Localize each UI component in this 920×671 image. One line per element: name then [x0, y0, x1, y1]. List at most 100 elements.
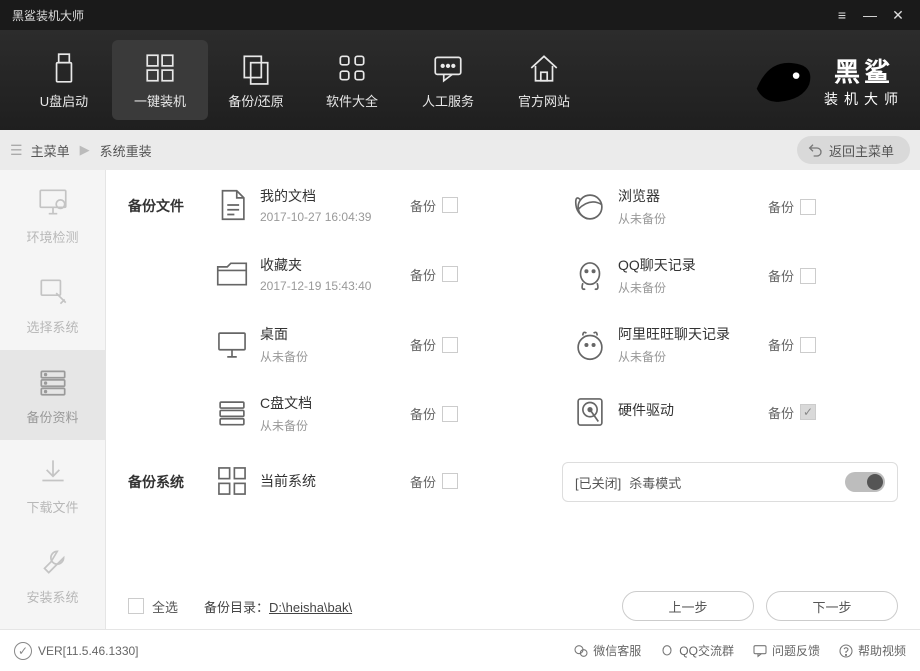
nav-software[interactable]: 软件大全 — [304, 40, 400, 120]
back-main-button[interactable]: 返回主菜单 — [797, 136, 910, 164]
item-sub: 2017-12-19 15:43:40 — [260, 279, 410, 293]
item-title: 收藏夹 — [260, 255, 410, 275]
nav-website[interactable]: 官方网站 — [496, 40, 592, 120]
download-icon — [36, 455, 70, 489]
nav-usb-boot[interactable]: U盘启动 — [16, 40, 112, 120]
backup-checkbox-aliww[interactable]: 备份 — [768, 335, 816, 354]
wrench-icon — [36, 545, 70, 579]
antivirus-mode-box: [已关闭] 杀毒模式 — [562, 462, 898, 502]
prev-step-button[interactable]: 上一步 — [622, 591, 754, 621]
ie-icon — [571, 188, 609, 226]
qq-icon — [571, 257, 609, 295]
wechat-icon — [573, 643, 589, 659]
nav-label: 备份/还原 — [228, 91, 284, 110]
link-label: 微信客服 — [593, 642, 641, 659]
step-install[interactable]: 安装系统 — [0, 530, 105, 620]
item-title: 浏览器 — [618, 186, 768, 206]
list-icon: ☰ — [10, 142, 23, 159]
cursor-rect-icon — [36, 275, 70, 309]
backup-checkbox-cursys[interactable]: 备份 — [410, 472, 458, 491]
link-label: QQ交流群 — [679, 642, 734, 659]
backup-path-link[interactable]: D:\heisha\bak\ — [269, 600, 352, 615]
usb-icon — [47, 51, 81, 85]
backup-checkbox-desktop[interactable]: 备份 — [410, 335, 458, 354]
window-title: 黑鲨装机大师 — [8, 7, 828, 24]
item-favorites: 收藏夹 2017-12-19 15:43:40 备份 — [204, 255, 540, 293]
section-files-label: 备份文件 — [128, 186, 204, 216]
nav-reinstall[interactable]: 一键装机 — [112, 40, 208, 120]
chat-icon — [431, 51, 465, 85]
step-label: 安装系统 — [26, 587, 78, 606]
item-title: 桌面 — [260, 324, 410, 344]
nav-backup-restore[interactable]: 备份/还原 — [208, 40, 304, 120]
item-title: 硬件驱动 — [618, 400, 768, 420]
path-label: 备份目录： — [204, 600, 269, 615]
folder-icon — [213, 255, 251, 293]
nav-support[interactable]: 人工服务 — [400, 40, 496, 120]
chevron-right-icon: ▶ — [80, 142, 90, 158]
menu-button[interactable]: ≡ — [828, 7, 856, 23]
item-title: 当前系统 — [260, 471, 410, 491]
step-backup-data[interactable]: 备份资料 — [0, 350, 105, 440]
back-label: 返回主菜单 — [829, 141, 894, 160]
backup-path: 备份目录：D:\heisha\bak\ — [204, 597, 352, 616]
antivirus-label: 杀毒模式 — [629, 473, 681, 492]
item-qq-chat: QQ聊天记录从未备份 备份 — [562, 255, 898, 296]
monitor-gear-icon — [36, 185, 70, 219]
item-title: QQ聊天记录 — [618, 255, 768, 275]
antivirus-status: [已关闭] — [575, 473, 621, 492]
backup-checkbox-driver[interactable]: 备份 — [768, 403, 816, 422]
select-all-label: 全选 — [152, 597, 178, 616]
item-current-system: 当前系统 备份 — [204, 462, 540, 500]
document-icon — [213, 186, 251, 224]
copy-icon — [239, 51, 273, 85]
backup-checkbox-cdrive[interactable]: 备份 — [410, 404, 458, 423]
shark-icon — [748, 45, 818, 115]
step-label: 环境检测 — [26, 227, 78, 246]
backup-checkbox-qq[interactable]: 备份 — [768, 266, 816, 285]
brand-logo: 黑鲨 装机大师 — [748, 45, 904, 115]
status-link-feedback[interactable]: 问题反馈 — [752, 642, 820, 659]
question-icon — [838, 643, 854, 659]
nav-label: 官方网站 — [518, 91, 570, 110]
step-select-system[interactable]: 选择系统 — [0, 260, 105, 350]
undo-icon — [807, 142, 823, 158]
windows-icon — [143, 51, 177, 85]
breadcrumb-bar: ☰ 主菜单 ▶ 系统重装 返回主菜单 — [0, 130, 920, 170]
item-sub: 从未备份 — [618, 210, 768, 227]
item-sub: 2017-10-27 16:04:39 — [260, 210, 410, 224]
status-link-wechat[interactable]: 微信客服 — [573, 642, 641, 659]
windows-grid-icon — [213, 462, 251, 500]
nav-label: U盘启动 — [40, 91, 88, 110]
close-button[interactable]: ✕ — [884, 7, 912, 24]
step-label: 选择系统 — [26, 317, 78, 336]
status-link-help[interactable]: 帮助视频 — [838, 642, 906, 659]
link-label: 帮助视频 — [858, 642, 906, 659]
qq-small-icon — [659, 643, 675, 659]
step-download[interactable]: 下载文件 — [0, 440, 105, 530]
status-link-qqgroup[interactable]: QQ交流群 — [659, 642, 734, 659]
brand-line1: 黑鲨 — [824, 52, 904, 89]
item-sub: 从未备份 — [618, 348, 768, 365]
backup-checkbox-browser[interactable]: 备份 — [768, 197, 816, 216]
step-env-check[interactable]: 环境检测 — [0, 170, 105, 260]
minimize-button[interactable]: — — [856, 7, 884, 23]
aliww-icon — [571, 326, 609, 364]
backup-checkbox-fav[interactable]: 备份 — [410, 265, 458, 284]
section-system-label: 备份系统 — [128, 462, 204, 492]
server-stack-icon — [213, 395, 251, 433]
item-sub: 从未备份 — [618, 279, 768, 296]
backup-checkbox-docs[interactable]: 备份 — [410, 196, 458, 215]
top-nav: U盘启动 一键装机 备份/还原 软件大全 人工服务 官方网站 黑鲨 装机大师 — [0, 30, 920, 130]
feedback-icon — [752, 643, 768, 659]
next-step-button[interactable]: 下一步 — [766, 591, 898, 621]
item-hardware-driver: 硬件驱动 备份 — [562, 393, 898, 431]
item-browser: 浏览器从未备份 备份 — [562, 186, 898, 227]
item-c-drive-docs: C盘文档从未备份 备份 — [204, 393, 540, 434]
step-label: 备份资料 — [26, 407, 78, 426]
antivirus-toggle[interactable] — [845, 472, 885, 492]
server-icon — [36, 365, 70, 399]
item-aliwangwang: 阿里旺旺聊天记录从未备份 备份 — [562, 324, 898, 365]
breadcrumb-root[interactable]: 主菜单 — [31, 141, 70, 160]
select-all-checkbox[interactable]: 全选 — [128, 597, 204, 616]
